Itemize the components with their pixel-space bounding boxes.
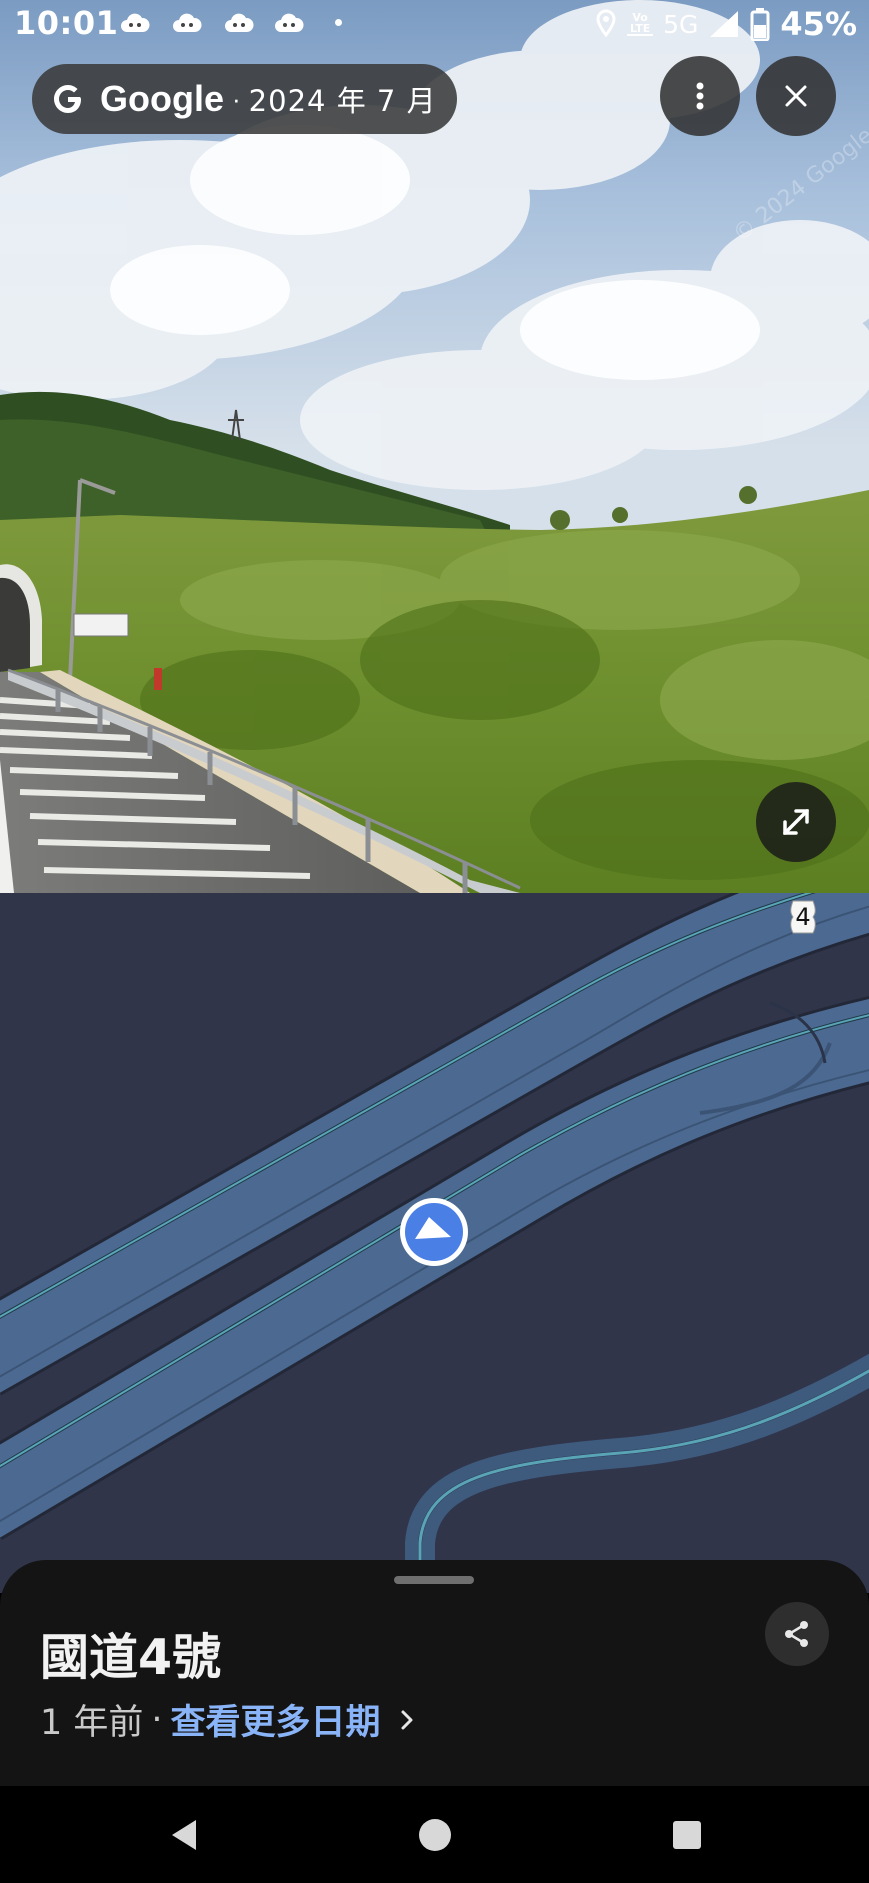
close-button[interactable]: [756, 56, 836, 136]
place-title: 國道4號: [40, 1629, 222, 1686]
see-more-dates-label: 查看更多日期: [170, 1703, 381, 1743]
header-separator: ·: [232, 83, 241, 114]
fullscreen-button[interactable]: [756, 782, 836, 862]
volte-indicator: Vo LTE: [627, 12, 654, 36]
status-time: 10:01: [14, 4, 119, 42]
imagery-age: 1 年前: [40, 1703, 144, 1743]
route-shield-icon: 4: [789, 899, 817, 935]
chevron-right-icon: [401, 1710, 413, 1729]
share-icon: [785, 1621, 808, 1647]
close-icon: [785, 85, 807, 107]
imagery-date: 2024 年 7 月: [248, 84, 437, 118]
more-options-button[interactable]: [660, 56, 740, 136]
cloud-icon: [225, 13, 254, 32]
location-icon: [596, 9, 616, 38]
share-button[interactable]: [765, 1602, 829, 1666]
status-bar: 10:01 Vo LTE 5G 45%: [0, 0, 869, 48]
home-icon[interactable]: [414, 1814, 456, 1856]
see-more-dates-link[interactable]: 查看更多日期: [171, 1694, 415, 1745]
imagery-info-row: 1 年前 · 查看更多日期: [40, 1694, 415, 1745]
system-nav-bar: [0, 1786, 869, 1883]
notification-dot: [335, 19, 342, 26]
battery-icon: [750, 8, 770, 41]
place-bottom-sheet[interactable]: 國道4號 1 年前 · 查看更多日期: [0, 1560, 869, 1786]
google-g-icon: [54, 85, 81, 113]
cloud-icon: [121, 13, 150, 32]
expand-icon: [783, 809, 809, 835]
route-number: 4: [795, 903, 811, 931]
battery-percent: 45%: [780, 5, 857, 43]
signal-icon: [710, 11, 739, 37]
brand-name: Google: [100, 78, 224, 119]
more-vert-icon: [696, 82, 704, 110]
drag-handle[interactable]: [394, 1576, 474, 1584]
status-right-group: Vo LTE 5G 45%: [595, 4, 857, 44]
cloud-icon: [173, 13, 202, 32]
current-position-marker: [400, 1198, 468, 1266]
recents-icon[interactable]: [666, 1814, 708, 1856]
imagery-date-chip[interactable]: Google · 2024 年 7 月: [32, 64, 457, 134]
network-type: 5G: [663, 9, 699, 39]
cloud-icon: [275, 13, 304, 32]
subtitle-separator: ·: [151, 1699, 163, 1740]
back-icon[interactable]: [164, 1814, 206, 1856]
